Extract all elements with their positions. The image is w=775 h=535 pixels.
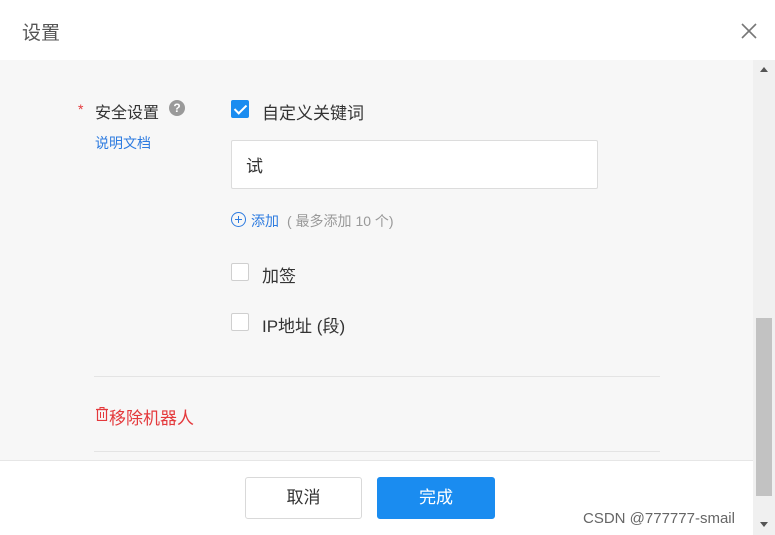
sign-label: 加签 [262, 267, 296, 286]
custom-keyword-label: 自定义关键词 [262, 104, 364, 123]
section-divider [94, 376, 660, 377]
scroll-down-arrow-icon[interactable] [760, 522, 768, 527]
required-asterisk: * [78, 101, 84, 117]
keyword-input[interactable] [231, 140, 598, 189]
add-limit-hint: ( 最多添加 10 个) [287, 213, 394, 229]
security-settings-label: 安全设置 [95, 105, 160, 122]
ip-address-checkbox[interactable] [231, 313, 249, 331]
done-button[interactable]: 完成 [377, 477, 495, 519]
custom-keyword-checkbox[interactable] [231, 100, 249, 118]
add-keyword-link[interactable]: 添加 [251, 211, 279, 231]
scrollbar-thumb[interactable] [756, 318, 772, 496]
dialog-header: 设置 [0, 0, 775, 60]
cancel-button[interactable]: 取消 [245, 477, 362, 519]
trash-icon [96, 407, 108, 421]
sign-checkbox[interactable] [231, 263, 249, 281]
watermark-text: CSDN @777777-smail [583, 510, 735, 527]
help-question-icon[interactable]: ? [169, 100, 185, 116]
vertical-scrollbar[interactable] [753, 60, 775, 535]
bottom-divider [94, 451, 660, 452]
dialog-title: 设置 [22, 23, 61, 44]
close-icon[interactable] [738, 20, 760, 42]
remove-robot-label: 移除机器人 [109, 409, 194, 428]
add-circle-icon[interactable] [231, 212, 246, 227]
scroll-up-arrow-icon[interactable] [760, 67, 768, 72]
ip-address-label: IP地址 (段) [262, 317, 346, 336]
documentation-link[interactable]: 说明文档 [95, 133, 151, 153]
